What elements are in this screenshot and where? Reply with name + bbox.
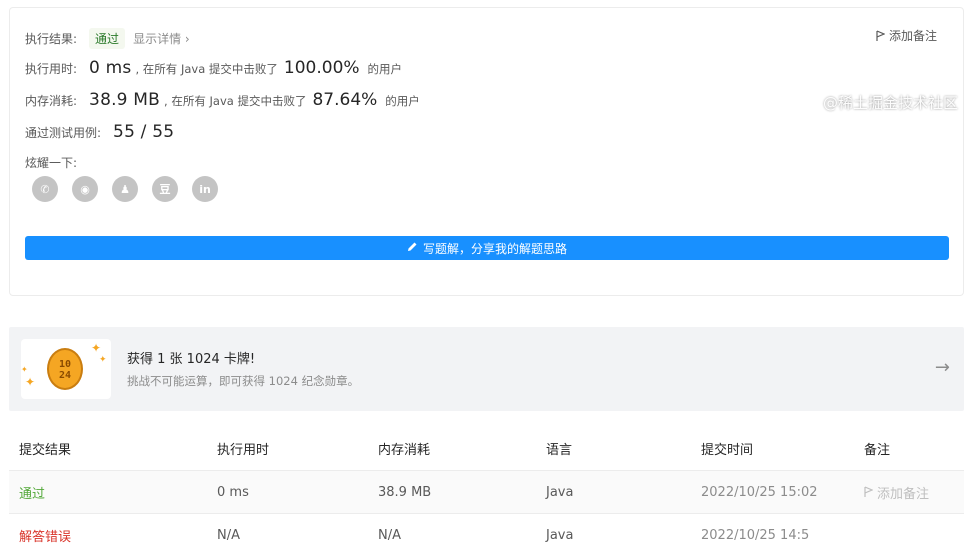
share-label: 炫耀一下:	[25, 156, 78, 170]
flag-icon	[864, 486, 873, 498]
row-result[interactable]: 解答错误	[19, 526, 71, 545]
wechat-icon[interactable]: ✆	[32, 176, 58, 202]
row-language: Java	[546, 484, 574, 500]
share-buttons: ✆ ◉ ♟ 豆 in	[32, 176, 218, 202]
tests-value: 55 / 55	[113, 122, 175, 142]
sparkle-icon: ✦	[21, 365, 28, 374]
runtime-percent: 100.00%	[283, 58, 360, 78]
header-memory: 内存消耗	[378, 443, 431, 458]
pencil-icon	[407, 241, 418, 255]
tests-row: 通过测试用例: 55 / 55	[25, 122, 174, 142]
memory-beat-text: , 在所有 Java 提交中击败了	[164, 94, 307, 108]
row-memory: N/A	[378, 527, 401, 543]
table-row: 解答错误 N/A N/A Java 2022/10/25 14:5	[9, 513, 964, 556]
runtime-row: 执行用时: 0 ms , 在所有 Java 提交中击败了 100.00% 的用户	[25, 58, 402, 78]
coin-text-bottom: 24	[58, 370, 72, 381]
row-language: Java	[546, 527, 574, 543]
runtime-suffix: 的用户	[367, 62, 403, 76]
header-time: 提交时间	[701, 443, 754, 458]
row-time: 2022/10/25 14:5	[701, 527, 810, 543]
weibo-icon[interactable]: ◉	[72, 176, 98, 202]
table-row: 通过 0 ms 38.9 MB Java 2022/10/25 15:02 添加…	[9, 470, 964, 513]
linkedin-icon[interactable]: in	[192, 176, 218, 202]
header-language: 语言	[546, 443, 573, 458]
coin-icon: 10 24	[47, 348, 83, 390]
memory-row: 内存消耗: 38.9 MB , 在所有 Java 提交中击败了 87.64% 的…	[25, 90, 420, 110]
memory-suffix: 的用户	[385, 94, 420, 108]
sparkle-icon: ✦	[99, 355, 107, 365]
memory-label: 内存消耗:	[25, 94, 78, 108]
badge-image: 10 24 ✦ ✦ ✦ ✦	[21, 339, 111, 399]
header-result: 提交结果	[19, 443, 72, 458]
row-runtime: 0 ms	[217, 484, 249, 500]
row-result[interactable]: 通过	[19, 483, 45, 502]
coin-text-top: 10	[58, 359, 72, 370]
row-time: 2022/10/25 15:02	[701, 484, 818, 500]
runtime-value: 0 ms	[89, 58, 132, 78]
flag-icon	[876, 29, 885, 42]
status-row: 执行结果: 通过 显示详情 ›	[25, 28, 190, 49]
row-add-note-button[interactable]: 添加备注	[864, 483, 929, 502]
share-row-label: 炫耀一下:	[25, 154, 77, 171]
submissions-table: 提交结果 执行用时 内存消耗 语言 提交时间 备注 通过 0 ms 38.9 M…	[9, 427, 964, 557]
add-note-button[interactable]: 添加备注	[876, 27, 937, 44]
qq-icon[interactable]: ♟	[112, 176, 138, 202]
runtime-label: 执行用时:	[25, 62, 78, 76]
douban-icon[interactable]: 豆	[152, 176, 178, 202]
watermark: @稀土掘金技术社区	[822, 94, 958, 112]
row-runtime: N/A	[217, 527, 240, 543]
status-label: 执行结果:	[25, 32, 78, 46]
row-add-note-label: 添加备注	[877, 486, 930, 502]
card-reward-banner[interactable]: 10 24 ✦ ✦ ✦ ✦ 获得 1 张 1024 卡牌! 挑战不可能运算，即可…	[9, 327, 964, 411]
row-memory: 38.9 MB	[378, 484, 432, 500]
header-note: 备注	[864, 443, 891, 458]
add-note-label: 添加备注	[888, 29, 937, 43]
sparkle-icon: ✦	[25, 375, 36, 389]
write-solution-button[interactable]: 写题解，分享我的解题思路	[25, 236, 949, 260]
header-runtime: 执行用时	[217, 443, 270, 458]
banner-title: 获得 1 张 1024 卡牌!	[127, 352, 256, 367]
sparkle-icon: ✦	[91, 341, 102, 355]
tests-label: 通过测试用例:	[25, 126, 102, 140]
result-card: 执行结果: 通过 显示详情 › 添加备注 执行用时: 0 ms , 在所有 Ja…	[9, 7, 964, 296]
status-badge: 通过	[89, 28, 126, 49]
table-header: 提交结果 执行用时 内存消耗 语言 提交时间 备注	[9, 427, 964, 470]
memory-value: 38.9 MB	[89, 90, 161, 110]
write-solution-label: 写题解，分享我的解题思路	[422, 241, 567, 256]
runtime-beat-text: , 在所有 Java 提交中击败了	[135, 62, 278, 76]
memory-percent: 87.64%	[312, 90, 378, 110]
show-details-link[interactable]: 显示详情 ›	[133, 30, 190, 47]
banner-subtitle: 挑战不可能运算，即可获得 1024 纪念勋章。	[127, 374, 360, 388]
arrow-right-icon[interactable]: →	[935, 357, 950, 378]
